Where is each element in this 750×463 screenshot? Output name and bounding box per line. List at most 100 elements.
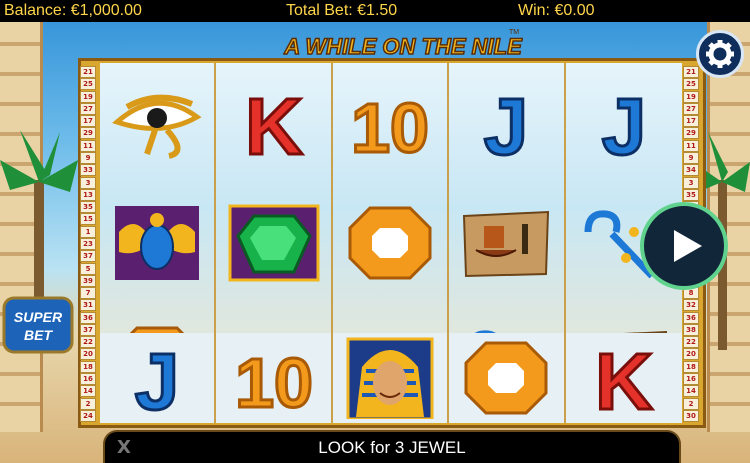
payline-marker: 33	[80, 164, 96, 177]
svg-text:J: J	[602, 82, 647, 164]
payline-marker: 34	[683, 164, 699, 177]
payline-marker: 36	[80, 311, 96, 324]
payline-marker: 5	[80, 262, 96, 275]
payline-marker: 31	[80, 299, 96, 312]
payline-marker: 24	[80, 409, 96, 422]
symbol-j: J	[449, 63, 563, 183]
payline-marker: 20	[683, 348, 699, 361]
payline-marker: 32	[683, 299, 699, 312]
svg-text:J: J	[135, 337, 180, 419]
scarab-icon	[115, 206, 200, 280]
super-bet-label-top: SUPER	[14, 309, 63, 325]
spin-button[interactable]	[640, 202, 728, 290]
letter-j-icon: J	[133, 337, 181, 419]
payline-markers-left: 21 25 19 27 17 29 11 9 33 3 13 35 15 1 23 37 5 39 7 31 36 37 2…	[80, 66, 98, 422]
payline-marker: 29	[683, 127, 699, 140]
symbol-10: 10	[216, 333, 333, 423]
symbol-scarab	[100, 183, 214, 303]
payline-marker: 14	[683, 385, 699, 398]
payline-marker: 37	[80, 250, 96, 263]
payline-marker: 35	[683, 188, 699, 201]
super-bet-label-bottom: BET	[24, 327, 53, 343]
svg-text:10: 10	[351, 89, 429, 164]
number-10-icon: 10	[350, 88, 431, 165]
emerald-jewel-icon	[228, 204, 320, 282]
payline-marker: 25	[683, 78, 699, 91]
payline-marker: 3	[80, 176, 96, 189]
super-bet-button[interactable]: SUPER BET	[2, 296, 74, 354]
payline-marker: 16	[80, 373, 96, 386]
symbol-eye-of-horus	[100, 63, 214, 183]
letter-j-icon: J	[600, 82, 648, 164]
letter-q-icon	[464, 341, 548, 415]
eye-of-horus-icon	[112, 94, 202, 159]
svg-text:K: K	[245, 82, 303, 164]
svg-text:10: 10	[235, 344, 313, 419]
payline-marker: 14	[80, 385, 96, 398]
trademark: TM	[509, 29, 519, 36]
letter-q-icon	[348, 206, 432, 280]
payline-marker: 38	[683, 323, 699, 336]
payline-marker: 17	[683, 115, 699, 128]
payline-marker: 9	[80, 151, 96, 164]
letter-j-icon: J	[483, 82, 531, 164]
payline-marker: 13	[80, 188, 96, 201]
payline-marker: 22	[80, 336, 96, 349]
payline-marker: 3	[683, 176, 699, 189]
payline-marker: 35	[80, 201, 96, 214]
payline-marker: 19	[80, 90, 96, 103]
payline-marker: 18	[683, 360, 699, 373]
win-readout: Win: €0.00	[518, 2, 595, 19]
payline-marker: 39	[80, 274, 96, 287]
message-bar: X LOOK for 3 JEWEL	[103, 430, 681, 463]
total-bet-readout: Total Bet: €1.50	[286, 2, 398, 19]
svg-text:K: K	[595, 337, 653, 419]
reel-bottom-row: J 10 K	[100, 333, 682, 423]
payline-marker: 17	[80, 115, 96, 128]
settings-button[interactable]	[696, 30, 744, 78]
symbol-j: J	[566, 63, 682, 183]
symbol-k: K	[216, 63, 330, 183]
symbol-pharaoh	[332, 333, 450, 423]
status-bar: Balance: €1,000.00 Total Bet: €1.50 Win:…	[0, 0, 750, 22]
payline-marker: 25	[80, 78, 96, 91]
payline-marker: 30	[683, 409, 699, 422]
payline-marker: 23	[80, 237, 96, 250]
payline-marker: 27	[683, 102, 699, 115]
payline-marker: 29	[80, 127, 96, 140]
game-logo: A WHILE ON THE NILE TM	[283, 29, 523, 60]
balance-readout: Balance: €1,000.00	[4, 2, 142, 19]
papyrus-barge-icon	[463, 210, 550, 278]
payline-marker: 2	[683, 397, 699, 410]
symbol-10: 10	[333, 63, 447, 183]
game-title: A WHILE ON THE NILE	[283, 34, 523, 59]
payline-marker: 21	[80, 66, 96, 78]
payline-marker: 11	[80, 139, 96, 152]
payline-marker: 15	[80, 213, 96, 226]
letter-k-icon: K	[243, 82, 304, 164]
pharaoh-icon	[346, 337, 434, 419]
payline-marker: 7	[80, 287, 96, 300]
payline-marker: 9	[683, 151, 699, 164]
symbol-q	[449, 333, 566, 423]
payline-marker: 20	[80, 348, 96, 361]
game-background: Balance: €1,000.00 Total Bet: €1.50 Win:…	[0, 0, 750, 463]
message-text: LOOK for 3 JEWEL	[318, 438, 466, 457]
letter-k-icon: K	[593, 337, 654, 419]
payline-marker: 37	[80, 323, 96, 336]
payline-marker: 36	[683, 311, 699, 324]
gear-icon	[706, 40, 734, 68]
symbol-j: J	[100, 333, 217, 423]
payline-marker: 27	[80, 102, 96, 115]
symbol-q	[333, 183, 447, 303]
svg-text:J: J	[484, 82, 529, 164]
payline-marker: 18	[80, 360, 96, 373]
number-10-icon: 10	[233, 343, 314, 420]
payline-marker: 21	[683, 66, 699, 78]
play-icon	[674, 230, 702, 262]
payline-marker: 19	[683, 90, 699, 103]
payline-marker: 11	[683, 139, 699, 152]
payline-marker: 2	[80, 397, 96, 410]
payline-marker: 22	[683, 336, 699, 349]
symbol-k: K	[565, 333, 682, 423]
